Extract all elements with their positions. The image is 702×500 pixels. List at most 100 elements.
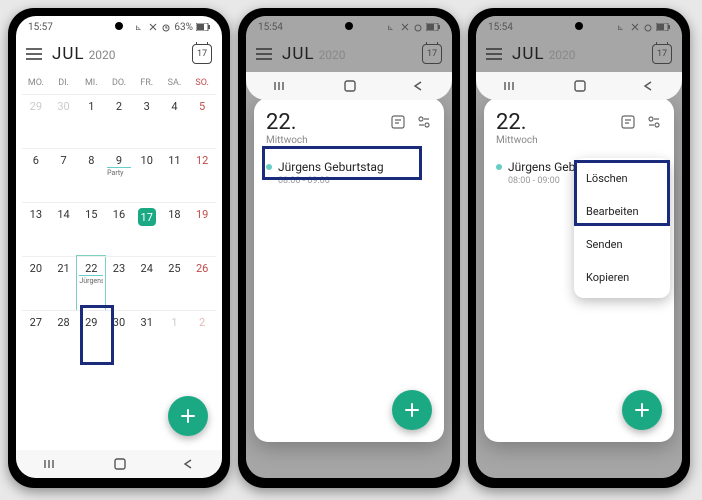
sheet-weekday: Mittwoch [266,135,308,146]
day-number: 31 [141,316,153,329]
calendar-day[interactable]: 6 [22,148,50,202]
svg-text:⊾: ⊾ [135,23,142,32]
settings-icon[interactable] [416,114,432,130]
phone-frame: 15:57 ⊾ 63% JUL 2020 17 MO.DI.MI.DO.FR.S… [8,8,230,488]
day-number: 2 [199,316,205,329]
screen: 15:54 ⊾ JUL 2020 17 22. Mittwoch [246,16,452,478]
context-menu-item[interactable]: Kopieren [574,261,670,294]
alarm-icon [643,22,653,32]
menu-icon[interactable] [486,48,502,60]
day-event-chip: Jürgens Ge [79,275,103,285]
day-sheet: 22. Mittwoch Jürgens Geburtstag 08:00 - … [484,98,674,442]
today-button[interactable]: 17 [652,44,672,64]
alarm-icon [161,22,171,32]
calendar-day[interactable]: 10 [133,148,161,202]
camera-punch-hole [115,22,123,30]
today-button[interactable]: 17 [422,44,442,64]
add-event-fab[interactable] [622,390,662,430]
calendar-day[interactable]: 19 [188,202,216,256]
calendar-day[interactable]: 2 [188,310,216,364]
calendar-day[interactable]: 17 [133,202,161,256]
menu-icon[interactable] [26,48,42,60]
calendar-day[interactable]: 30 [50,94,78,148]
nav-recent-icon[interactable] [273,80,289,92]
calendar-day[interactable]: 14 [50,202,78,256]
note-icon[interactable] [620,114,636,130]
day-number: 25 [168,262,180,275]
nav-home-icon[interactable] [343,79,357,93]
day-number: 11 [168,154,180,167]
nfc-icon: ⊾ [387,22,397,32]
today-button[interactable]: 17 [192,44,212,64]
calendar-day[interactable]: 31 [133,310,161,364]
day-number: 10 [141,154,153,167]
calendar-day[interactable]: 23 [105,256,133,310]
battery-icon [656,23,670,31]
calendar-day[interactable]: 29 [22,94,50,148]
calendar-day[interactable]: 20 [22,256,50,310]
calendar-day[interactable]: 7 [50,148,78,202]
note-icon[interactable] [390,114,406,130]
calendar-day[interactable]: 11 [161,148,189,202]
calendar-day[interactable]: 1 [161,310,189,364]
menu-icon[interactable] [256,48,272,60]
nav-back-icon[interactable] [411,80,425,92]
battery-icon [196,23,210,31]
calendar-day[interactable]: 24 [133,256,161,310]
day-number: 29 [85,316,97,329]
day-sheet: 22. Mittwoch Jürgens Geburtstag 08:00 - … [254,98,444,442]
event-row[interactable]: Jürgens Geburtstag 08:00 - 09:00 [266,160,432,186]
year-label[interactable]: 2020 [89,48,116,64]
calendar-day[interactable]: 26 [188,256,216,310]
day-number: 7 [60,154,66,167]
calendar-day[interactable]: 3 [133,94,161,148]
nav-back-icon[interactable] [641,80,655,92]
day-number: 26 [196,262,208,275]
nav-back-icon[interactable] [181,458,195,470]
calendar-day[interactable]: 1 [77,94,105,148]
month-label: JUL [282,44,315,64]
add-event-fab[interactable] [168,396,208,436]
context-menu-item[interactable]: Bearbeiten [574,195,670,228]
day-number: 8 [88,154,94,167]
context-menu-item[interactable]: Senden [574,228,670,261]
calendar-day[interactable]: 29 [77,310,105,364]
app-bar: JUL 2020 17 [246,38,452,72]
calendar-day[interactable]: 18 [161,202,189,256]
calendar-day[interactable]: 27 [22,310,50,364]
nav-recent-icon[interactable] [43,458,59,470]
status-time: 15:57 [28,22,53,33]
svg-text:⊾: ⊾ [617,23,624,32]
event-dot-icon [496,164,502,170]
add-event-fab[interactable] [392,390,432,430]
context-menu-item[interactable]: Löschen [574,162,670,195]
battery-icon [426,23,440,31]
calendar-day[interactable]: 21 [50,256,78,310]
nav-recent-icon[interactable] [503,80,519,92]
calendar-day[interactable]: 25 [161,256,189,310]
calendar-day[interactable]: 16 [105,202,133,256]
status-time: 15:54 [488,22,513,33]
context-menu: LöschenBearbeitenSendenKopieren [574,158,670,298]
month-label[interactable]: JUL [52,44,85,64]
calendar-day[interactable]: 4 [161,94,189,148]
calendar-day[interactable]: 30 [105,310,133,364]
calendar-day[interactable]: 15 [77,202,105,256]
sheet-weekday: Mittwoch [496,135,538,146]
calendar-day[interactable]: 8 [77,148,105,202]
calendar-day[interactable]: 9Party [105,148,133,202]
calendar-day[interactable]: 5 [188,94,216,148]
app-bar: JUL 2020 17 [16,38,222,72]
calendar-day[interactable]: 12 [188,148,216,202]
calendar-day[interactable]: 28 [50,310,78,364]
alarm-icon [413,22,423,32]
weekday-label: DI. [50,78,78,94]
nav-home-icon[interactable] [573,79,587,93]
calendar-day[interactable]: 22Jürgens Ge [77,256,105,310]
settings-icon[interactable] [646,114,662,130]
calendar-day[interactable]: 2 [105,94,133,148]
nav-home-icon[interactable] [113,457,127,471]
calendar-day[interactable]: 13 [22,202,50,256]
event-dot-icon [266,164,272,170]
day-number: 28 [57,316,69,329]
